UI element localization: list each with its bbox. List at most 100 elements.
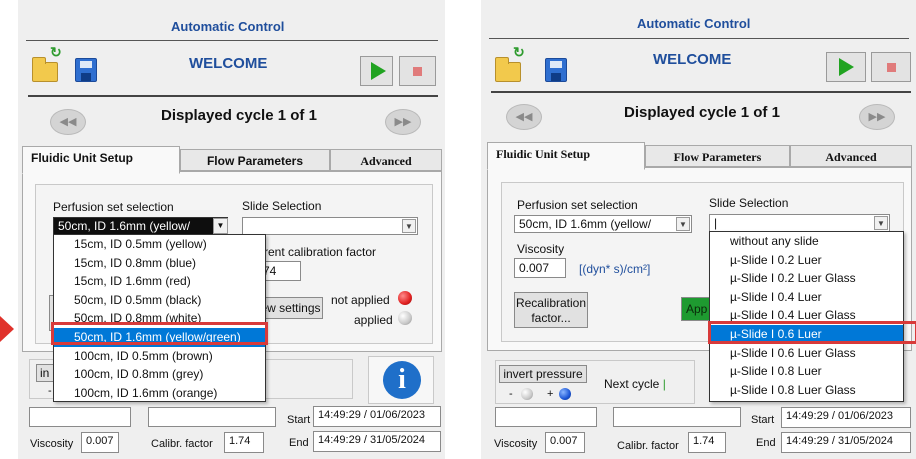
next-cycle-button[interactable]: ▶▶ xyxy=(859,104,895,130)
list-item[interactable]: 15cm, ID 1.6mm (red) xyxy=(54,272,265,291)
status-field-2 xyxy=(148,407,276,427)
viscosity-unit: [(dyn* s)/cm²] xyxy=(579,262,651,276)
list-item[interactable]: 100cm, ID 0.5mm (brown) xyxy=(54,347,265,366)
tab-flow-parameters[interactable]: Flow Parameters xyxy=(645,145,790,167)
green-arrow-icon: ↻ xyxy=(513,44,525,60)
plus-led-icon xyxy=(559,388,571,400)
status-field xyxy=(495,407,597,427)
invert-pressure-button[interactable]: invert pressure xyxy=(499,365,587,383)
applied-led-icon xyxy=(398,311,412,325)
plus-label: + xyxy=(547,388,554,400)
perfusion-select[interactable]: 50cm, ID 1.6mm (yellow/ xyxy=(53,217,228,235)
tab-fluidic-unit-setup[interactable]: Fluidic Unit Setup xyxy=(487,142,645,170)
calib-field: 1.74 xyxy=(688,432,726,453)
play-button[interactable] xyxy=(826,52,866,82)
chevron-down-icon[interactable]: ▼ xyxy=(402,219,416,233)
info-box: i xyxy=(368,356,434,404)
slide-select[interactable]: ▼ xyxy=(242,217,418,235)
list-item[interactable]: µ-Slide I 0.6 Luer Glass xyxy=(710,344,903,363)
open-folder-icon[interactable] xyxy=(32,57,58,82)
perfusion-label: Perfusion set selection xyxy=(53,200,174,214)
end-label: End xyxy=(756,437,776,449)
slide-dropdown-list[interactable]: without any slide µ-Slide I 0.2 Luer µ-S… xyxy=(709,231,904,402)
perfusion-label: Perfusion set selection xyxy=(517,198,638,212)
viscosity-label: Viscosity xyxy=(517,242,565,256)
play-icon xyxy=(839,58,854,76)
app-title: Automatic Control xyxy=(637,16,751,31)
list-item-selected[interactable]: µ-Slide I 0.6 Luer xyxy=(710,324,903,344)
minus-label: - xyxy=(509,388,513,400)
welcome-text: WELCOME xyxy=(653,51,732,68)
list-item[interactable]: 100cm, ID 1.6mm (orange) xyxy=(54,384,265,403)
divider xyxy=(491,91,911,93)
start-time-field: 14:49:29 / 01/06/2023 xyxy=(781,407,911,428)
applied-label: applied xyxy=(354,313,393,327)
calibration-label: rrent calibration factor xyxy=(260,245,377,259)
list-item[interactable]: µ-Slide I 0.2 Luer Glass xyxy=(710,269,903,288)
end-time-field: 14:49:29 / 31/05/2024 xyxy=(781,432,911,453)
list-item[interactable]: 15cm, ID 0.8mm (blue) xyxy=(54,254,265,273)
list-item[interactable]: without any slide xyxy=(710,232,903,251)
list-item[interactable]: 100cm, ID 0.8mm (grey) xyxy=(54,365,265,384)
slide-select[interactable]: | ▼ xyxy=(709,214,890,232)
list-item[interactable]: 50cm, ID 0.5mm (black) xyxy=(54,291,265,310)
welcome-text: WELCOME xyxy=(189,55,268,72)
right-panel: Automatic Control ↻ WELCOME ◀◀ Displayed… xyxy=(481,0,916,459)
save-icon[interactable] xyxy=(545,58,567,82)
calib-field: 1.74 xyxy=(224,432,264,453)
status-field-2 xyxy=(613,407,741,427)
start-time-field: 14:49:29 / 01/06/2023 xyxy=(313,406,441,427)
list-item[interactable]: µ-Slide I 0.2 Luer xyxy=(710,251,903,270)
previous-cycle-button[interactable]: ◀◀ xyxy=(506,104,542,130)
calib-label: Calibr. factor xyxy=(617,440,679,452)
chevron-down-icon[interactable]: ▼ xyxy=(213,218,228,234)
tab-advanced[interactable]: Advanced xyxy=(790,145,912,167)
chevron-down-icon[interactable]: ▼ xyxy=(676,217,690,231)
list-item[interactable]: µ-Slide I 0.4 Luer xyxy=(710,288,903,307)
tab-advanced[interactable]: Advanced xyxy=(330,149,442,171)
list-item-selected[interactable]: 50cm, ID 1.6mm (yellow/green) xyxy=(54,327,265,347)
chevron-down-icon[interactable]: ▼ xyxy=(874,216,888,230)
cycle-text: Displayed cycle 1 of 1 xyxy=(161,107,317,124)
left-panel: Automatic Control ↻ WELCOME ◀◀ Displayed… xyxy=(18,0,445,459)
stop-button[interactable] xyxy=(871,52,911,82)
previous-cycle-button[interactable]: ◀◀ xyxy=(50,109,86,135)
view-settings-button[interactable]: ew settings xyxy=(258,297,323,319)
save-icon[interactable] xyxy=(75,58,97,82)
info-icon[interactable]: i xyxy=(383,361,421,399)
stop-icon xyxy=(887,63,896,72)
open-folder-icon[interactable] xyxy=(495,57,521,82)
viscosity-field[interactable]: 0.007 xyxy=(514,258,566,278)
viscosity-label: Viscosity xyxy=(494,438,538,450)
perfusion-dropdown-list[interactable]: 15cm, ID 0.5mm (yellow) 15cm, ID 0.8mm (… xyxy=(53,234,266,402)
list-item[interactable]: 50cm, ID 0.8mm (white) xyxy=(54,309,265,328)
play-button[interactable] xyxy=(360,56,393,86)
tab-flow-parameters[interactable]: Flow Parameters xyxy=(180,149,330,171)
list-item[interactable]: 15cm, ID 0.5mm (yellow) xyxy=(54,235,265,254)
next-cycle-button[interactable]: ▶▶ xyxy=(385,109,421,135)
green-arrow-icon: ↻ xyxy=(50,44,62,60)
slide-label: Slide Selection xyxy=(242,199,322,213)
viscosity-field: 0.007 xyxy=(81,432,119,453)
stop-button[interactable] xyxy=(399,56,436,86)
list-item[interactable]: µ-Slide I 0.8 Luer xyxy=(710,362,903,381)
calib-label: Calibr. factor xyxy=(151,438,213,450)
list-item[interactable]: µ-Slide I 0.4 Luer Glass xyxy=(710,306,903,325)
stop-icon xyxy=(413,67,422,76)
end-time-field: 14:49:29 / 31/05/2024 xyxy=(313,431,441,452)
cycle-text: Displayed cycle 1 of 1 xyxy=(624,104,780,121)
status-field xyxy=(29,407,131,427)
divider xyxy=(28,95,438,97)
end-label: End xyxy=(289,437,309,449)
not-applied-led-icon xyxy=(398,291,412,305)
red-pointer-arrow xyxy=(0,316,14,342)
list-item[interactable]: µ-Slide I 0.8 Luer Glass xyxy=(710,381,903,400)
start-label: Start xyxy=(751,414,775,426)
perfusion-select[interactable]: 50cm, ID 1.6mm (yellow/▼ xyxy=(514,215,692,233)
tab-fluidic-unit-setup[interactable]: Fluidic Unit Setup xyxy=(22,146,180,174)
recalibration-button[interactable]: Recalibration factor... xyxy=(514,292,588,328)
start-label: Start xyxy=(287,414,311,426)
app-title: Automatic Control xyxy=(171,19,285,34)
not-applied-label: not applied xyxy=(331,293,390,307)
